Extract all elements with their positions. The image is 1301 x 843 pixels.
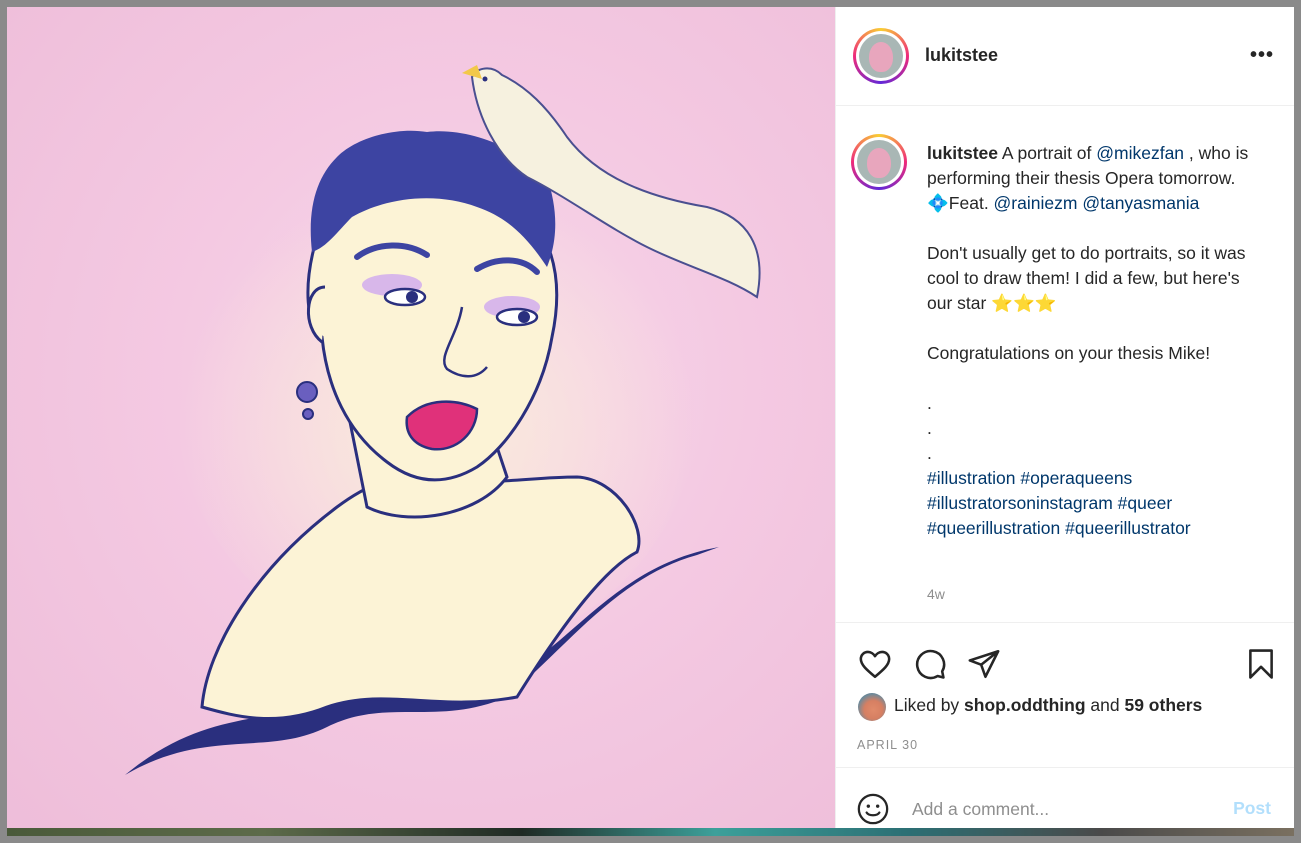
avatar-image (859, 34, 903, 78)
heart-icon[interactable] (858, 647, 892, 681)
post-frame: lukitstee ••• lukitstee A portrait of @m… (0, 0, 1301, 843)
post-side-panel: lukitstee ••• lukitstee A portrait of @m… (835, 7, 1294, 836)
stars-emoji: ⭐⭐⭐ (991, 293, 1057, 313)
share-icon[interactable] (967, 647, 1001, 681)
header-username[interactable]: lukitstee (925, 45, 998, 66)
portrait-illustration (125, 65, 761, 775)
liker-username[interactable]: shop.oddthing (964, 695, 1086, 715)
likes-others-link[interactable]: 59 others (1124, 695, 1202, 715)
likes-prefix: Liked by (894, 695, 965, 715)
caption-avatar[interactable] (851, 134, 907, 190)
diamond-emoji: 💠 (927, 193, 949, 213)
actions-section: Liked by shop.oddthing and 59 others APR… (836, 622, 1294, 767)
more-options-icon[interactable]: ••• (1250, 45, 1274, 65)
bookmark-icon[interactable] (1244, 647, 1278, 681)
likes-middle: and (1085, 695, 1125, 715)
hashtag-link[interactable]: #operaqueens (1020, 468, 1132, 488)
background-strip (7, 828, 1294, 836)
caption-dot: . (927, 393, 932, 413)
caption-text-part: Feat. (948, 193, 994, 213)
hashtag-link[interactable]: #queerillustrator (1065, 518, 1190, 538)
post-header: lukitstee ••• (836, 7, 1294, 106)
hashtag-link[interactable]: #illustration (927, 468, 1016, 488)
profile-avatar[interactable] (853, 28, 909, 84)
hashtag-link[interactable]: #queerillustration (927, 518, 1060, 538)
comment-icon[interactable] (913, 647, 947, 681)
caption-text-part: Congratulations on your thesis Mike! (927, 343, 1211, 363)
liker-avatar[interactable] (858, 693, 886, 721)
caption-dot: . (927, 443, 932, 463)
caption-area: lukitstee A portrait of @mikezfan , who … (836, 107, 1294, 622)
caption-username[interactable]: lukitstee (927, 143, 998, 163)
caption-text: lukitstee A portrait of @mikezfan , who … (927, 141, 1267, 541)
mention-link[interactable]: @rainiezm (994, 193, 1078, 213)
mention-link[interactable]: @mikezfan (1096, 143, 1184, 163)
hashtag-link[interactable]: #queer (1118, 493, 1173, 513)
post-date: APRIL 30 (857, 738, 919, 752)
time-ago[interactable]: 4w (927, 586, 945, 602)
post-image[interactable] (7, 7, 835, 836)
caption-dot: . (927, 418, 932, 438)
caption-text-part: A portrait of (998, 143, 1097, 163)
likes-text: Liked by shop.oddthing and 59 others (894, 695, 1202, 716)
emoji-icon[interactable] (856, 792, 890, 826)
comment-input[interactable] (912, 796, 1212, 822)
hashtag-link[interactable]: #illustratorsoninstagram (927, 493, 1113, 513)
caption-text-part: Don't usually get to do portraits, so it… (927, 243, 1246, 313)
mention-link[interactable]: @tanyasmania (1082, 193, 1199, 213)
post-comment-button[interactable]: Post (1233, 798, 1271, 819)
avatar-image (857, 140, 901, 184)
